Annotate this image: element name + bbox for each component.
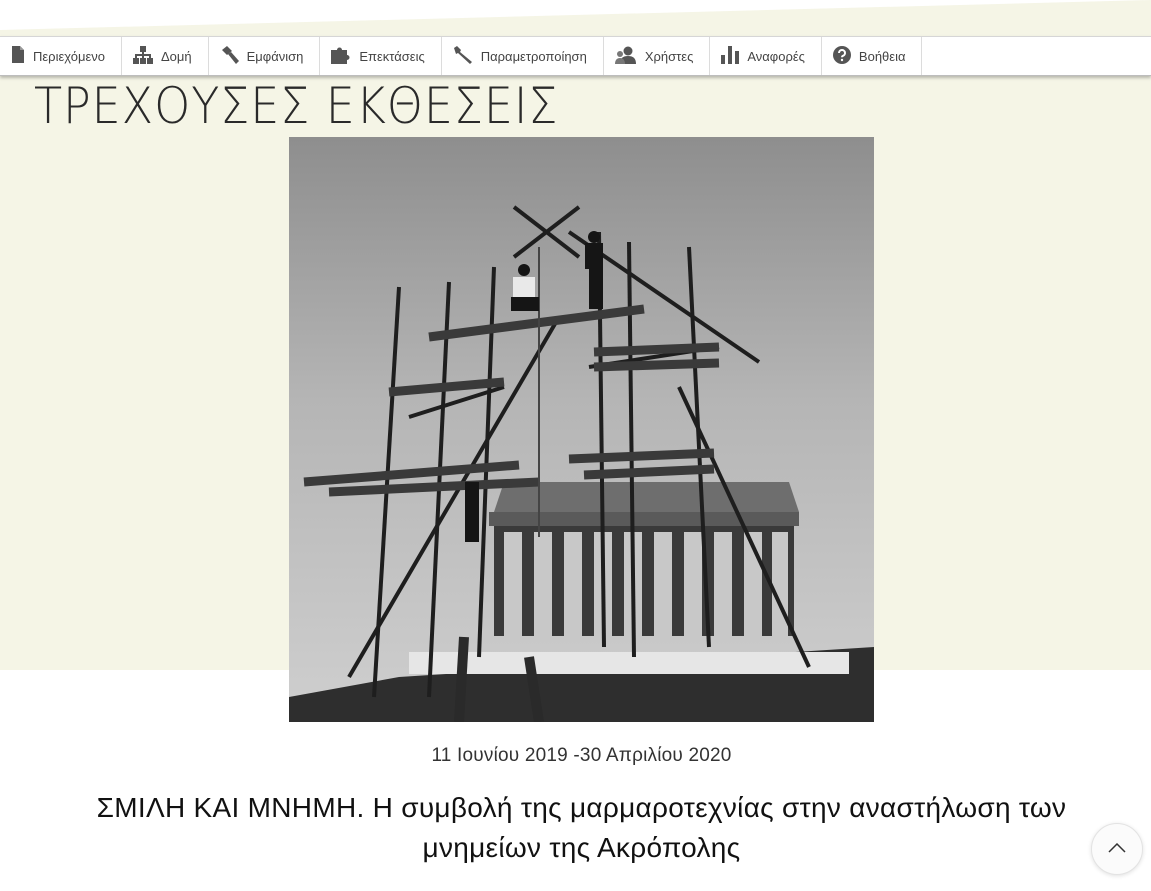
toolbar-item-content[interactable]: Περιεχόμενο: [0, 37, 122, 75]
toolbar-item-structure[interactable]: Δομή: [122, 37, 209, 75]
chevron-up-icon: [1108, 840, 1126, 858]
toolbar-item-extend[interactable]: Επεκτάσεις: [320, 37, 442, 75]
exhibition-photo: [289, 137, 874, 722]
wrench-icon: [453, 45, 473, 67]
toolbar-item-label: Εμφάνιση: [246, 48, 304, 64]
toolbar-item-label: Παραμετροποίηση: [480, 48, 587, 64]
toolbar-item-people[interactable]: Χρήστες: [604, 37, 711, 75]
paintbrush-icon: [220, 45, 239, 67]
toolbar-item-configuration[interactable]: Παραμετροποίηση: [442, 37, 604, 75]
sitemap-icon: [132, 45, 153, 67]
help-icon: [832, 45, 851, 67]
toolbar-item-label: Βοήθεια: [858, 48, 906, 64]
toolbar-item-help[interactable]: Βοήθεια: [822, 37, 923, 75]
toolbar-item-reports[interactable]: Αναφορές: [710, 37, 822, 75]
puzzle-icon: [331, 46, 351, 67]
admin-toolbar: Περιεχόμενο Δομή Εμφάνιση Επεκτάσεις Παρ…: [0, 36, 1151, 76]
document-icon: [11, 46, 25, 66]
toolbar-item-label: Χρήστες: [644, 48, 694, 64]
toolbar-item-appearance[interactable]: Εμφάνιση: [209, 37, 321, 75]
page-title: ΤΡΕΧΟΥΣΕΣ ΕΚΘΕΣΕΙΣ: [34, 77, 559, 135]
top-decorative-band: [0, 0, 1151, 36]
toolbar-item-label: Περιεχόμενο: [33, 48, 105, 64]
exhibition-image[interactable]: [289, 137, 874, 722]
exhibition-title[interactable]: ΣΜΙΛΗ ΚΑΙ ΜΝΗΜΗ. Η συμβολή της μαρμαροτε…: [70, 788, 1093, 868]
toolbar-item-label: Αναφορές: [747, 48, 805, 64]
bar-chart-icon: [721, 45, 740, 67]
decorative-wave: [0, 0, 1151, 36]
users-icon: [614, 46, 637, 67]
toolbar-item-label: Δομή: [160, 48, 192, 64]
back-to-top-button[interactable]: [1091, 823, 1143, 875]
exhibition-dates: 11 Ιουνίου 2019 -30 Απριλίου 2020: [431, 745, 732, 766]
toolbar-item-label: Επεκτάσεις: [359, 48, 425, 64]
